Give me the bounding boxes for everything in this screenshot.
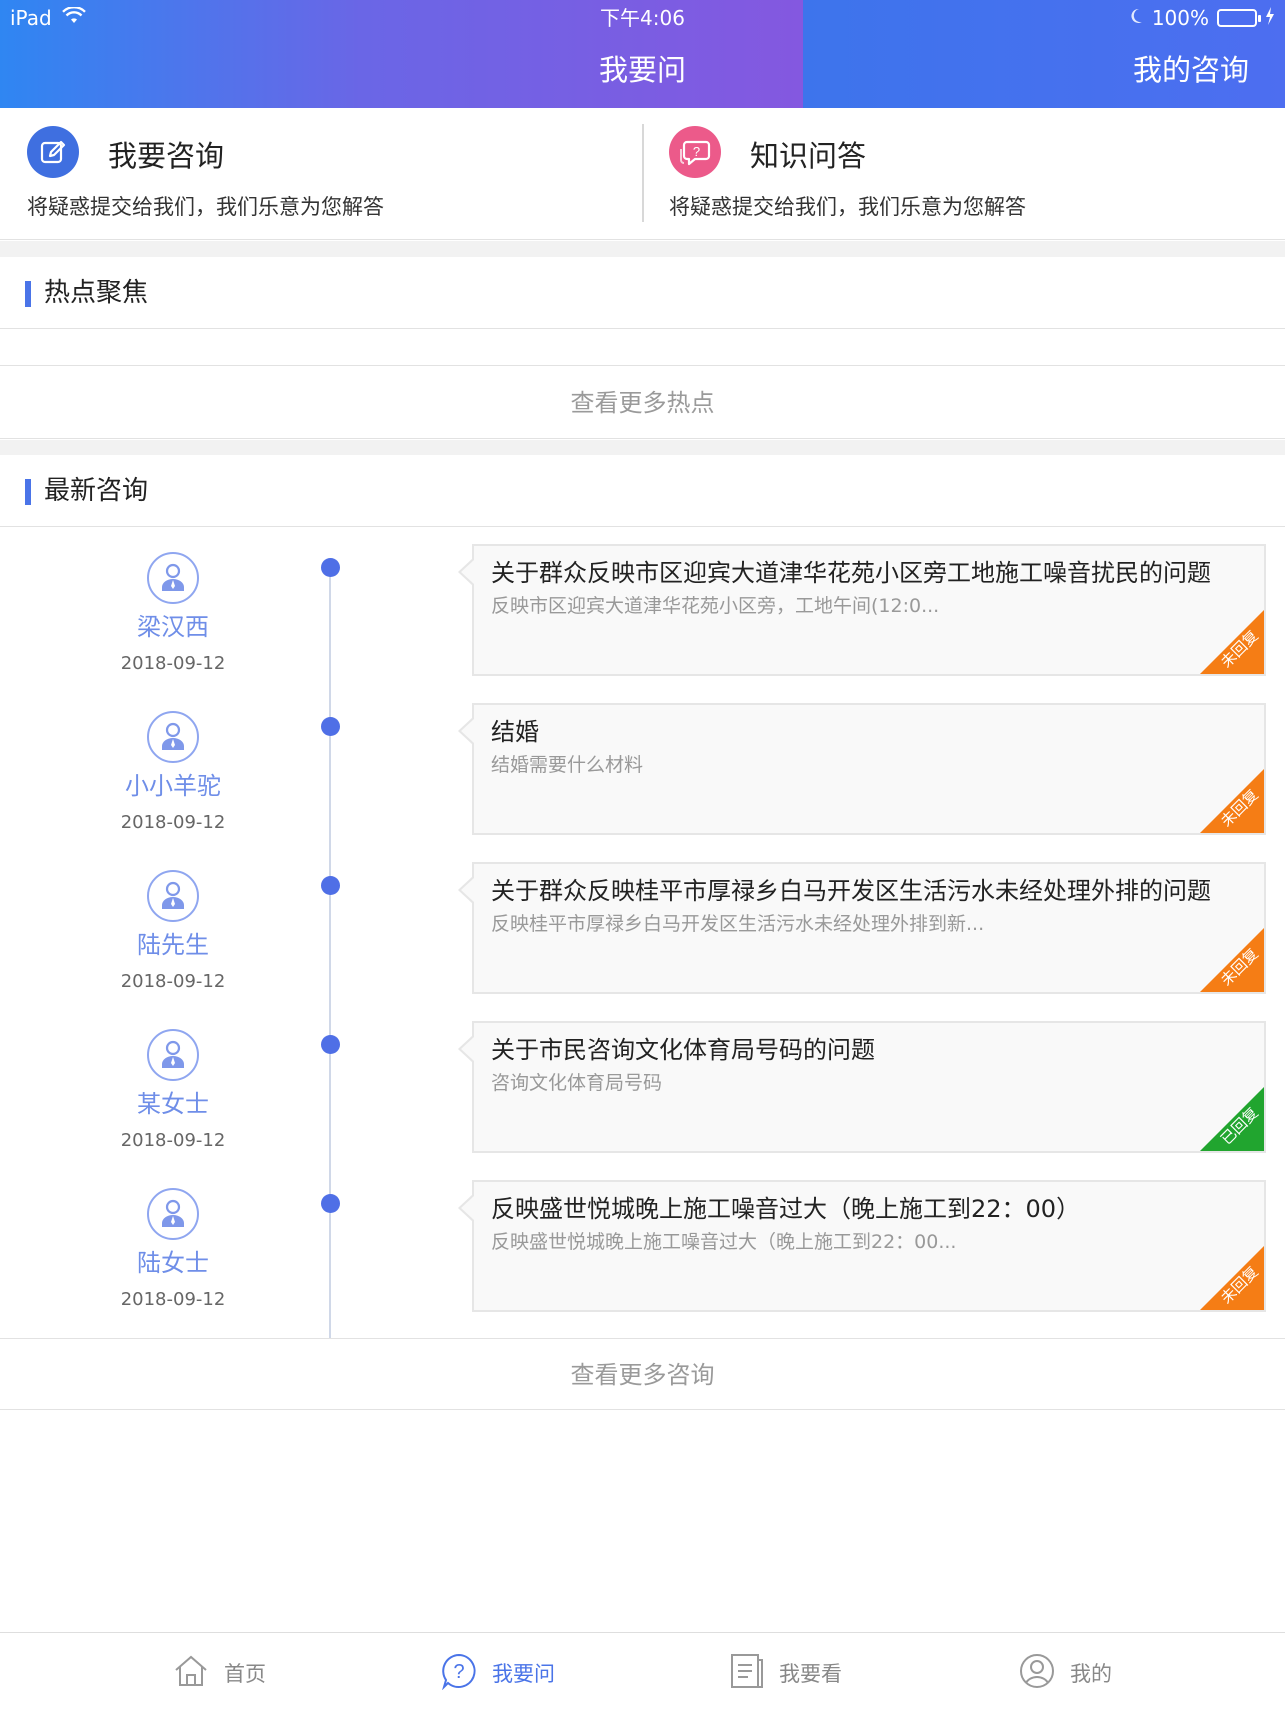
avatar-icon xyxy=(147,870,199,922)
hot-section-title: 热点聚焦 xyxy=(44,278,149,308)
consult-summary: 结婚需要什么材料 xyxy=(491,754,644,776)
hot-section-header: 热点聚焦 xyxy=(0,257,1285,329)
section-gap xyxy=(0,241,1285,257)
question-icon: ? xyxy=(440,1652,478,1695)
bottom-tab-bar: 首页 ? 我要问 我要看 我的 xyxy=(0,1632,1285,1715)
timeline-dot xyxy=(321,1194,340,1213)
consult-user-name: 陆先生 xyxy=(137,931,209,959)
avatar-icon xyxy=(147,1029,199,1081)
consult-summary: 咨询文化体育局号码 xyxy=(491,1072,663,1094)
card-pointer-fill xyxy=(461,1037,474,1061)
consult-summary: 反映盛世悦城晚上施工噪音过大（晚上施工到22：00... xyxy=(491,1231,957,1253)
timeline-dot xyxy=(321,558,340,577)
avatar-icon xyxy=(147,711,199,763)
consult-date: 2018-09-12 xyxy=(120,1289,226,1310)
timeline-dot xyxy=(321,1035,340,1054)
tab-home-label: 首页 xyxy=(224,1662,266,1686)
consult-card[interactable]: 关于群众反映桂平市厚禄乡白马开发区生活污水未经处理外排的问题反映桂平市厚禄乡白马… xyxy=(472,862,1266,994)
avatar-icon xyxy=(147,1188,199,1240)
status-right: 100% xyxy=(1128,4,1275,32)
consult-title: 反映盛世悦城晚上施工噪音过大（晚上施工到22：00） xyxy=(491,1195,1081,1223)
section-marker xyxy=(25,479,31,505)
consult-title: 我要咨询 xyxy=(108,139,225,173)
consult-timeline: 梁汉西 2018-09-12 关于群众反映市区迎宾大道津华花苑小区旁工地施工噪音扰民… xyxy=(0,528,1285,1338)
tab-ask-bottom[interactable]: ? 我要问 xyxy=(440,1651,555,1695)
edit-icon xyxy=(27,126,79,178)
charging-icon xyxy=(1265,4,1275,32)
user-icon xyxy=(1018,1652,1056,1695)
battery-icon xyxy=(1217,9,1261,27)
consult-date: 2018-09-12 xyxy=(120,812,226,833)
card-pointer-fill xyxy=(461,560,474,584)
consult-desc: 将疑惑提交给我们，我们乐意为您解答 xyxy=(27,195,384,219)
consult-entry: 梁汉西 2018-09-12 关于群众反映市区迎宾大道津华花苑小区旁工地施工噪音扰民… xyxy=(0,528,1285,687)
battery-percent: 100% xyxy=(1151,6,1209,30)
consult-date: 2018-09-12 xyxy=(120,653,226,674)
consult-title: 结婚 xyxy=(491,718,539,746)
consult-user-name: 某女士 xyxy=(137,1090,209,1118)
moon-icon xyxy=(1128,4,1144,32)
top-header: iPad 下午4:06 100% 我要问 我的咨询 xyxy=(0,0,1285,108)
more-consult-button[interactable]: 查看更多咨询 xyxy=(0,1338,1285,1410)
consult-entry: 小小羊驼 2018-09-12 结婚 结婚需要什么材料 未回复 xyxy=(0,687,1285,846)
tab-ask-label: 我要问 xyxy=(492,1662,555,1686)
consult-user-name: 小小羊驼 xyxy=(125,772,221,800)
consult-entry: 陆女士 2018-09-12 反映盛世悦城晚上施工噪音过大（晚上施工到22：00）反… xyxy=(0,1164,1285,1323)
consult-feature[interactable]: 我要咨询 将疑惑提交给我们，我们乐意为您解答 xyxy=(0,108,640,240)
card-pointer-fill xyxy=(461,1196,474,1220)
tab-view[interactable]: 我要看 xyxy=(729,1651,842,1695)
section-gap xyxy=(0,440,1285,456)
qa-title: 知识问答 xyxy=(750,139,867,173)
consult-date: 2018-09-12 xyxy=(120,971,226,992)
tab-ask[interactable]: 我要问 xyxy=(0,48,1285,92)
feature-panel: 我要咨询 将疑惑提交给我们，我们乐意为您解答 ? 知识问答 将疑惑提交给我们，我… xyxy=(0,108,1285,240)
status-time: 下午4:06 xyxy=(600,6,685,30)
consult-entry: 某女士 2018-09-12 关于市民咨询文化体育局号码的问题 咨询文化体育局号码 已回… xyxy=(0,1005,1285,1164)
app-screen: iPad 下午4:06 100% 我要问 我的咨询 我要咨询 将疑惑提交给我们， xyxy=(0,0,1285,1715)
card-pointer-fill xyxy=(461,878,474,902)
consult-date: 2018-09-12 xyxy=(120,1130,226,1151)
card-pointer-fill xyxy=(461,719,474,743)
home-icon xyxy=(172,1654,210,1693)
more-hot-button[interactable]: 查看更多热点 xyxy=(0,367,1285,439)
chat-question-icon: ? xyxy=(669,126,721,178)
consult-summary: 反映市区迎宾大道津华花苑小区旁，工地午间(12:0... xyxy=(491,595,940,617)
latest-section-title: 最新咨询 xyxy=(44,476,149,506)
qa-desc: 将疑惑提交给我们，我们乐意为您解答 xyxy=(669,195,1026,219)
tab-mine[interactable]: 我的 xyxy=(1018,1651,1112,1695)
section-marker xyxy=(25,281,31,307)
consult-user-name: 梁汉西 xyxy=(137,613,209,641)
avatar-icon xyxy=(147,552,199,604)
document-icon xyxy=(729,1652,765,1695)
consult-title: 关于群众反映市区迎宾大道津华花苑小区旁工地施工噪音扰民的问题 xyxy=(491,559,1211,587)
consult-card[interactable]: 反映盛世悦城晚上施工噪音过大（晚上施工到22：00） 反映盛世悦城晚上施工噪音过大… xyxy=(472,1180,1266,1312)
consult-summary: 反映桂平市厚禄乡白马开发区生活污水未经处理外排到新... xyxy=(491,913,985,935)
consult-title: 关于群众反映桂平市厚禄乡白马开发区生活污水未经处理外排的问题 xyxy=(491,877,1211,905)
svg-text:?: ? xyxy=(453,1661,464,1683)
qa-feature[interactable]: ? 知识问答 将疑惑提交给我们，我们乐意为您解答 xyxy=(642,108,1282,240)
consult-user-name: 陆女士 xyxy=(137,1249,209,1277)
tab-my-consult[interactable]: 我的咨询 xyxy=(1133,48,1249,92)
latest-section-header: 最新咨询 xyxy=(0,455,1285,527)
timeline-dot xyxy=(321,876,340,895)
hot-list-empty xyxy=(0,330,1285,366)
consult-entry: 陆先生 2018-09-12 关于群众反映桂平市厚禄乡白马开发区生活污水未经处理外排… xyxy=(0,846,1285,1005)
tab-home[interactable]: 首页 xyxy=(172,1651,266,1695)
timeline-dot xyxy=(321,717,340,736)
consult-card[interactable]: 结婚 结婚需要什么材料 未回复 xyxy=(472,703,1266,835)
consult-card[interactable]: 关于市民咨询文化体育局号码的问题 咨询文化体育局号码 已回复 xyxy=(472,1021,1266,1153)
consult-card[interactable]: 关于群众反映市区迎宾大道津华花苑小区旁工地施工噪音扰民的问题反映市区迎宾大道津华… xyxy=(472,544,1266,676)
consult-title: 关于市民咨询文化体育局号码的问题 xyxy=(491,1036,875,1064)
svg-text:?: ? xyxy=(693,144,700,159)
tab-view-label: 我要看 xyxy=(779,1662,842,1686)
tab-mine-label: 我的 xyxy=(1070,1662,1112,1686)
